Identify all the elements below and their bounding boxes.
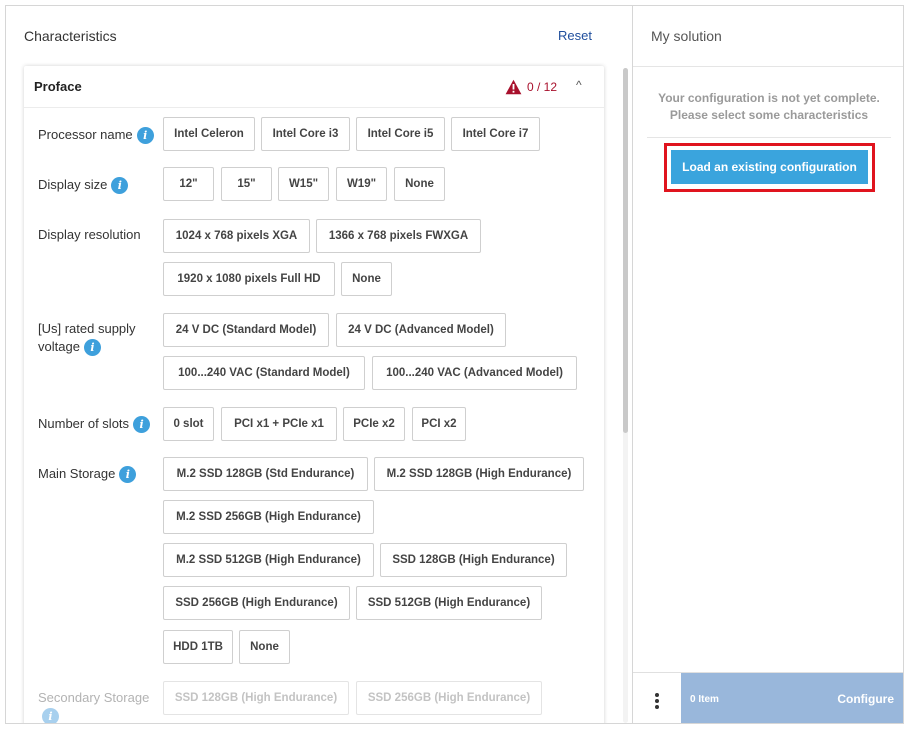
option-button[interactable]: PCIe x2 [343,407,405,441]
cart-bar: 0 Item Configure [681,673,903,723]
info-icon[interactable]: i [111,177,129,195]
option-button[interactable]: None [341,262,392,296]
card-title: Proface [34,79,82,94]
label-secondary-storage: Secondary Storage i [38,690,150,724]
option-button[interactable]: M.2 SSD 256GB (High Endurance) [163,500,374,534]
option-button[interactable]: SSD 128GB (High Endurance) [380,543,567,577]
option-button[interactable]: 15" [221,167,272,201]
option-button[interactable]: M.2 SSD 128GB (Std Endurance) [163,457,368,491]
option-button[interactable]: PCI x1 + PCIe x1 [221,407,337,441]
required-count-badge: 0 / 12 [527,80,558,94]
option-button[interactable]: SSD 256GB (High Endurance) [163,586,350,620]
solution-panel: My solution Your configuration is not ye… [632,6,903,723]
option-button[interactable]: W15" [278,167,329,201]
label-number-of-slots: Number of slots i [38,415,151,434]
configure-button[interactable]: Configure [837,692,894,706]
option-button: SSD 256GB (High Endurance) [356,681,542,715]
option-button[interactable]: Intel Celeron [163,117,255,151]
option-button[interactable]: W19" [336,167,387,201]
option-button[interactable]: 24 V DC (Advanced Model) [336,313,506,347]
option-button[interactable]: 1366 x 768 pixels FWXGA [316,219,481,253]
option-button[interactable]: 1024 x 768 pixels XGA [163,219,310,253]
info-icon[interactable]: i [42,708,59,723]
option-button[interactable]: SSD 512GB (High Endurance) [356,586,542,620]
load-configuration-button[interactable]: Load an existing configuration [671,150,868,184]
label-display-size: Display size i [38,176,129,195]
option-button[interactable]: 1920 x 1080 pixels Full HD [163,262,335,296]
option-button[interactable]: Intel Core i5 [356,117,445,151]
option-button[interactable]: 24 V DC (Standard Model) [163,313,329,347]
panel-title: Characteristics [24,28,117,44]
info-icon[interactable]: i [136,127,154,145]
option-button[interactable]: PCI x2 [412,407,466,441]
reset-button[interactable]: Reset [558,28,592,43]
label-display-resolution: Display resolution [38,227,141,242]
incomplete-message: Your configuration is not yet complete. … [658,91,880,122]
chevron-up-icon[interactable]: ^ [576,78,582,92]
option-button[interactable]: 100...240 VAC (Standard Model) [163,356,365,390]
divider [633,66,903,67]
label-main-storage: Main Storage i [38,465,137,484]
item-count: 0 Item [690,694,719,705]
info-icon[interactable]: i [119,466,137,484]
kebab-menu-icon[interactable] [633,673,681,723]
label-supply-voltage: [Us] rated supply voltage i [38,321,136,357]
option-button[interactable]: Intel Core i7 [451,117,540,151]
panel-title: My solution [651,28,722,44]
card-header[interactable]: Proface 0 / 12 ^ [24,66,604,108]
option-button[interactable]: None [394,167,445,201]
option-button[interactable]: 0 slot [163,407,214,441]
info-icon[interactable]: i [133,416,151,434]
option-button[interactable]: None [239,630,290,664]
option-button[interactable]: 12" [163,167,214,201]
info-icon[interactable]: i [83,339,101,357]
option-button[interactable]: M.2 SSD 128GB (High Endurance) [374,457,584,491]
label-processor-name: Processor name i [38,126,154,145]
option-button[interactable]: HDD 1TB [163,630,233,664]
option-button: SSD 128GB (High Endurance) [163,681,349,715]
warning-icon [505,79,522,95]
option-button[interactable]: M.2 SSD 512GB (High Endurance) [163,543,374,577]
option-button[interactable]: Intel Core i3 [261,117,350,151]
scrollbar-thumb[interactable] [623,68,628,433]
divider [647,137,891,138]
characteristics-panel: Characteristics Reset Proface 0 / 12 ^ P… [6,6,632,723]
solution-footer: 0 Item Configure [633,672,903,723]
option-button[interactable]: 100...240 VAC (Advanced Model) [372,356,577,390]
configurator-window: Characteristics Reset Proface 0 / 12 ^ P… [5,5,904,724]
proface-card: Proface 0 / 12 ^ Processor name i Intel C… [24,66,604,724]
